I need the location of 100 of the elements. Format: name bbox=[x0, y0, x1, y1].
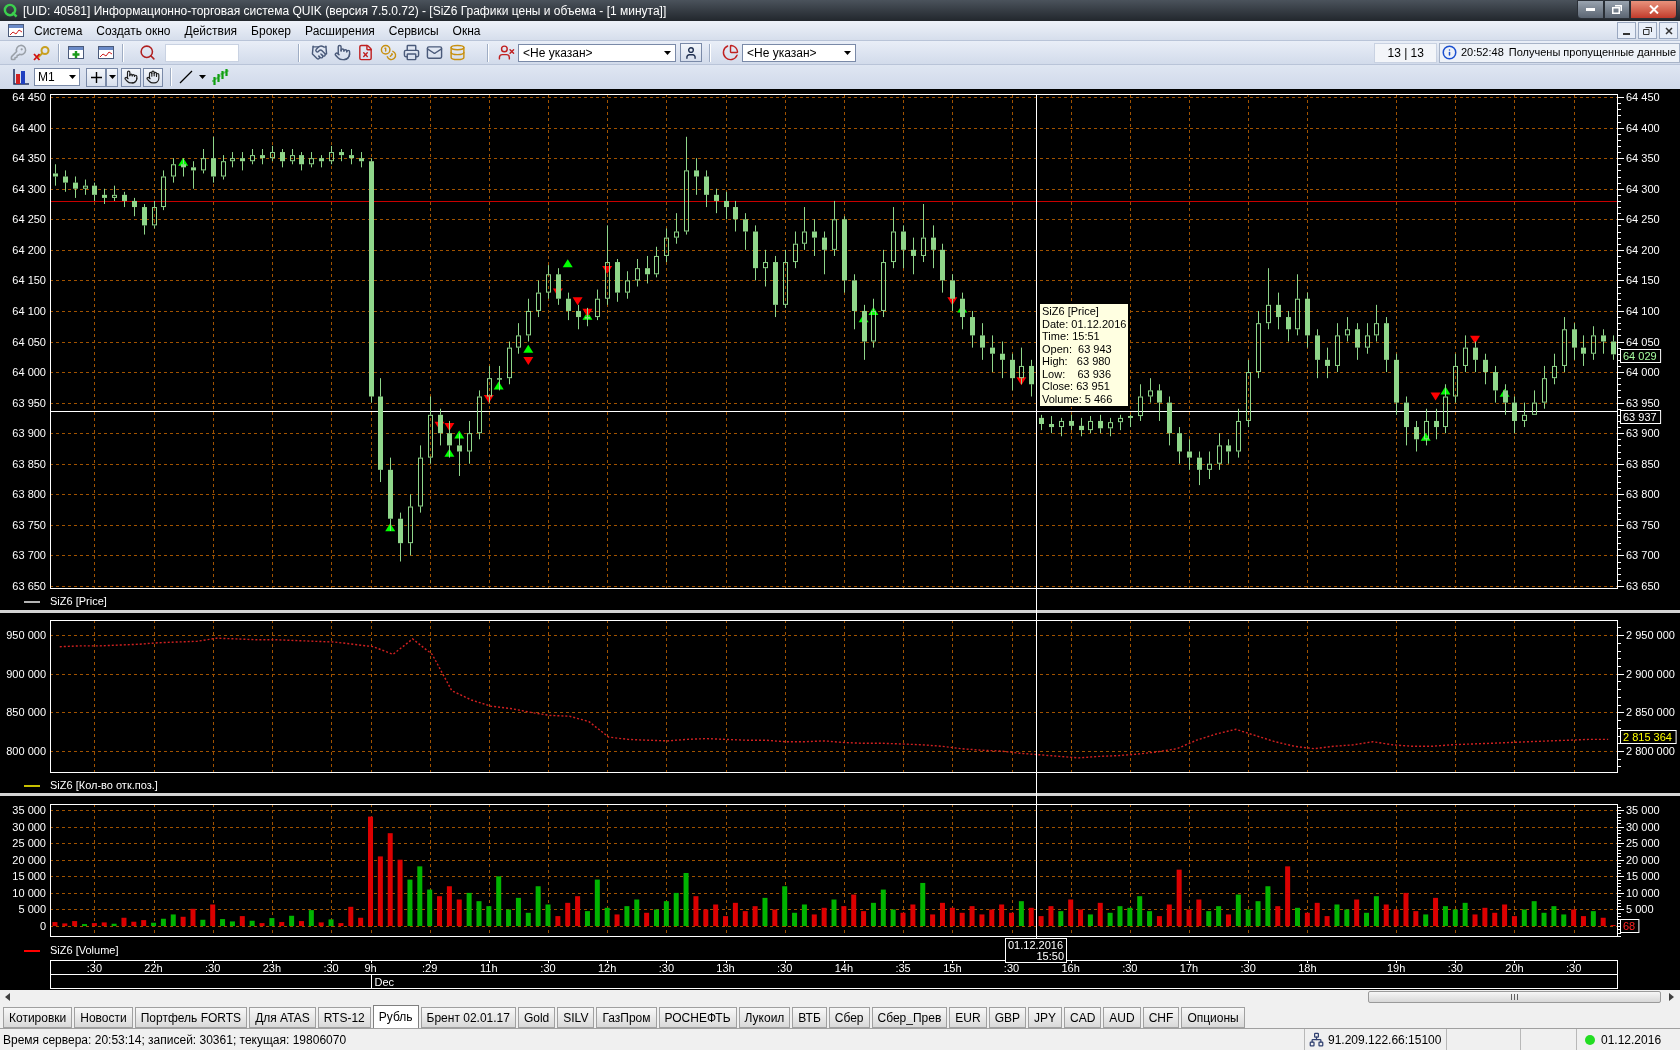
axis-label: 2 850 000 bbox=[1626, 706, 1675, 719]
pan-tool-button[interactable] bbox=[143, 67, 163, 87]
menu-item[interactable]: Сервисы bbox=[381, 24, 446, 37]
tab[interactable]: Для ATAS bbox=[249, 1007, 316, 1028]
tab[interactable]: Портфель FORTS bbox=[134, 1007, 248, 1028]
menu-item[interactable]: Создать окно bbox=[89, 24, 178, 37]
menu-item[interactable]: Система bbox=[27, 24, 90, 37]
key-cross-icon[interactable] bbox=[33, 44, 51, 61]
axis-label: 63 650 bbox=[12, 579, 46, 592]
tab[interactable]: Рубль bbox=[372, 1005, 419, 1028]
add-window-icon[interactable] bbox=[67, 45, 85, 60]
restore-button[interactable] bbox=[1604, 0, 1630, 19]
menu-item[interactable]: Действия bbox=[177, 24, 245, 37]
printer-icon[interactable] bbox=[403, 44, 420, 61]
candle bbox=[546, 265, 551, 299]
candle bbox=[1236, 408, 1241, 458]
tab[interactable]: Брент 02.01.17 bbox=[420, 1007, 516, 1028]
candle bbox=[871, 298, 876, 348]
menu-item[interactable]: Расширения bbox=[298, 24, 382, 37]
hand-pointer-icon[interactable] bbox=[334, 44, 351, 61]
menu-item[interactable]: Брокер bbox=[244, 24, 299, 37]
tab[interactable]: Новости bbox=[74, 1007, 133, 1028]
candle bbox=[783, 249, 788, 308]
handshake-icon[interactable] bbox=[311, 44, 328, 61]
tab[interactable]: JPY bbox=[1028, 1007, 1062, 1028]
pointer-tool-button[interactable] bbox=[121, 67, 141, 87]
hand-icon bbox=[146, 70, 160, 84]
candle bbox=[290, 149, 295, 165]
menu-item[interactable]: Окна bbox=[445, 24, 488, 37]
candle bbox=[802, 207, 807, 250]
candle bbox=[1217, 433, 1222, 470]
tab[interactable]: SILV bbox=[557, 1007, 595, 1028]
mail-icon[interactable] bbox=[426, 44, 443, 61]
tab[interactable]: ВТБ bbox=[792, 1007, 827, 1028]
restore-button[interactable] bbox=[1638, 22, 1657, 39]
tab[interactable]: RTS-12 bbox=[317, 1007, 371, 1028]
candle bbox=[970, 310, 975, 348]
search-icon[interactable] bbox=[139, 44, 156, 61]
candle bbox=[1177, 427, 1182, 464]
tab[interactable]: GBP bbox=[988, 1007, 1026, 1028]
tab[interactable]: РОСНЕФТЬ bbox=[658, 1007, 737, 1028]
client-select[interactable]: <Не указан> bbox=[518, 43, 676, 62]
candle bbox=[83, 179, 88, 195]
search-field[interactable] bbox=[165, 43, 239, 62]
account-select[interactable]: <Не указан> bbox=[742, 43, 856, 62]
chart-window-icon[interactable] bbox=[97, 45, 115, 60]
column-chart-icon[interactable] bbox=[12, 68, 30, 86]
file-x-icon[interactable] bbox=[357, 44, 374, 61]
axis-label: 15 000 bbox=[12, 870, 46, 883]
axis-label: 63 950 bbox=[1626, 396, 1660, 409]
close-button[interactable] bbox=[1630, 0, 1677, 19]
chart-window-icon[interactable] bbox=[7, 23, 25, 38]
close-button[interactable] bbox=[1659, 22, 1678, 39]
tab[interactable]: Сбер_Прев bbox=[871, 1007, 948, 1028]
candle bbox=[221, 155, 226, 180]
candle bbox=[1394, 353, 1399, 415]
user-x-icon[interactable] bbox=[498, 44, 515, 61]
dropdown-button[interactable] bbox=[106, 67, 118, 87]
tab[interactable]: CAD bbox=[1064, 1007, 1102, 1028]
candle bbox=[921, 204, 926, 263]
crosshair-tool-button[interactable] bbox=[86, 67, 106, 87]
network-icon bbox=[1309, 1032, 1324, 1047]
scroll-right-icon[interactable] bbox=[1669, 993, 1674, 1001]
tab[interactable]: Котировки bbox=[3, 1007, 73, 1028]
tab[interactable]: Gold bbox=[517, 1007, 556, 1028]
down-triangle-marker bbox=[1430, 392, 1441, 401]
interval-select[interactable]: M1 bbox=[34, 68, 80, 86]
candle bbox=[733, 200, 738, 232]
tab[interactable]: ГазПром bbox=[596, 1007, 657, 1028]
tab[interactable]: Опционы bbox=[1181, 1007, 1245, 1028]
axis-label: 63 700 bbox=[12, 549, 46, 562]
tab[interactable]: EUR bbox=[949, 1007, 987, 1028]
axis-label: 64 000 bbox=[12, 366, 46, 379]
candle bbox=[664, 228, 669, 263]
down-triangle-marker bbox=[572, 297, 583, 306]
minimize-button[interactable] bbox=[1577, 0, 1604, 19]
candle bbox=[1157, 384, 1162, 421]
candle bbox=[280, 149, 285, 168]
axis-label: 5 000 bbox=[18, 903, 46, 916]
tab[interactable]: CHF bbox=[1142, 1007, 1180, 1028]
tab[interactable]: AUD bbox=[1103, 1007, 1141, 1028]
candle bbox=[349, 149, 354, 165]
user-button[interactable] bbox=[680, 43, 702, 62]
tab[interactable]: Сбер bbox=[828, 1007, 870, 1028]
record-counter: 13 | 13 bbox=[1374, 42, 1437, 63]
candle bbox=[1315, 329, 1320, 379]
ohlc-bars-icon[interactable] bbox=[212, 69, 230, 85]
line-tool-icon[interactable] bbox=[179, 70, 193, 84]
scroll-left-icon[interactable] bbox=[5, 993, 10, 1001]
time-label: 14h bbox=[834, 962, 854, 974]
pie-chart-icon[interactable] bbox=[722, 44, 739, 61]
minimize-button[interactable] bbox=[1617, 22, 1636, 39]
candle bbox=[1374, 304, 1379, 342]
candle bbox=[152, 200, 157, 229]
scrollbar-thumb[interactable] bbox=[1368, 991, 1661, 1003]
time-label: :35 bbox=[895, 962, 911, 974]
candle bbox=[230, 152, 235, 168]
axis-label: 5 000 bbox=[1626, 903, 1654, 916]
tab[interactable]: Лукоил bbox=[738, 1007, 791, 1028]
axis-label: 64 350 bbox=[1626, 152, 1660, 165]
